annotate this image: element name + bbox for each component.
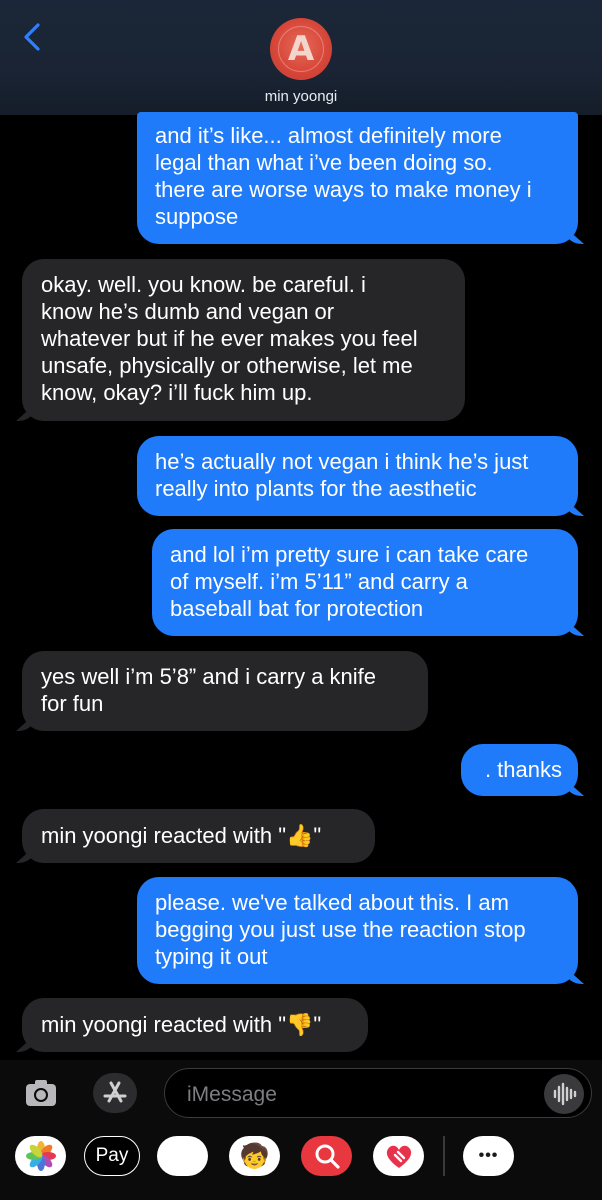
memoji-icon[interactable]: 🧒: [229, 1136, 280, 1176]
animoji-monkey-icon[interactable]: 🐵: [157, 1136, 208, 1176]
contact-avatar[interactable]: A: [270, 18, 332, 80]
contact-name[interactable]: min yoongi: [0, 88, 602, 105]
app-store-icon[interactable]: [93, 1073, 137, 1113]
message-bubble-sent[interactable]: please. we've talked about this. I am be…: [137, 877, 578, 984]
apple-pay-label: Pay: [95, 1145, 129, 1166]
message-bubble-received[interactable]: min yoongi reacted with "👍": [22, 809, 375, 863]
imessage-input[interactable]: [185, 1079, 519, 1111]
camera-icon[interactable]: [24, 1076, 58, 1110]
conversation-header: A min yoongi: [0, 0, 602, 115]
message-bubble-sent[interactable]: he’s actually not vegan i think he’s jus…: [137, 436, 578, 516]
photos-app-icon[interactable]: [15, 1136, 66, 1176]
image-search-app-icon[interactable]: [301, 1136, 352, 1176]
digital-touch-icon[interactable]: [373, 1136, 424, 1176]
message-bubble-sent[interactable]: and it’s like... almost definitely more …: [137, 112, 578, 244]
audio-waveform-icon[interactable]: [544, 1074, 584, 1114]
apple-pay-app-icon[interactable]: Pay: [84, 1136, 140, 1176]
message-bubble-received[interactable]: yes well i’m 5’8” and i carry a knife fo…: [22, 651, 428, 731]
more-apps-icon[interactable]: •••: [463, 1136, 514, 1176]
message-input-field[interactable]: [164, 1068, 592, 1118]
message-bubble-sent[interactable]: and lol i’m pretty sure i can take care …: [152, 529, 578, 636]
message-bubble-received[interactable]: okay. well. you know. be careful. i know…: [22, 259, 465, 421]
message-bubble-received[interactable]: min yoongi reacted with "👎": [22, 998, 368, 1052]
chevron-left-icon[interactable]: [18, 20, 48, 54]
app-drawer-divider: [443, 1136, 445, 1176]
message-bubble-sent[interactable]: . thanks: [461, 744, 578, 796]
